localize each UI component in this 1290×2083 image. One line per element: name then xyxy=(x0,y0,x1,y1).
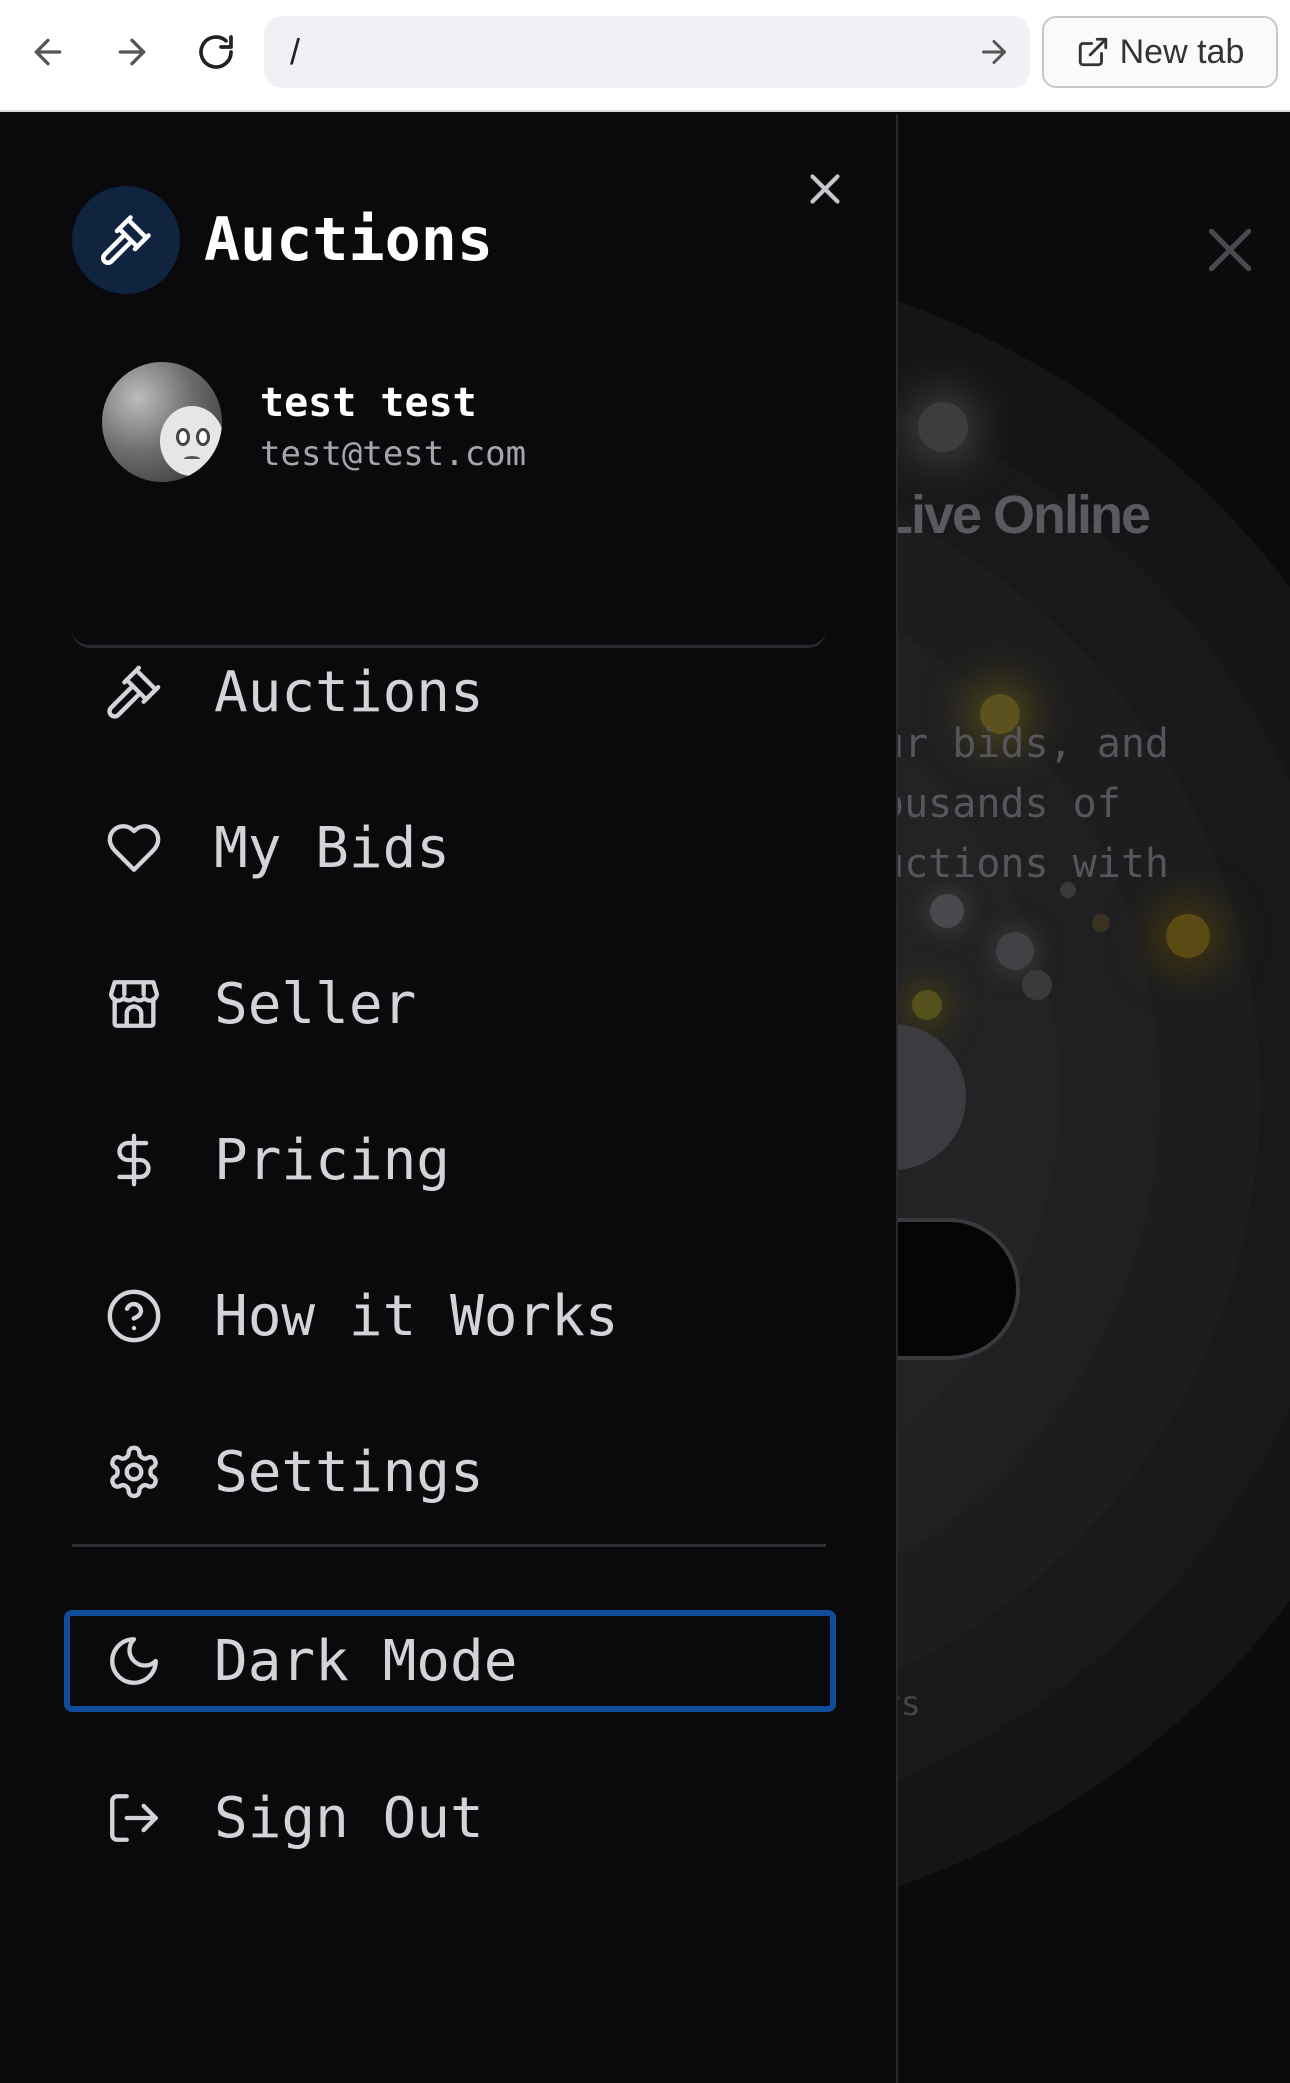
back-button[interactable] xyxy=(18,22,78,82)
reload-button[interactable] xyxy=(186,22,246,82)
forward-arrow-icon xyxy=(118,38,146,66)
menu-item-label: Pricing xyxy=(214,1127,451,1193)
bg-glow-dot xyxy=(1092,914,1110,932)
bg-headline: Live Online xyxy=(880,485,1151,545)
store-icon xyxy=(108,980,160,1028)
gavel-icon xyxy=(107,665,161,719)
bg-glow-dot xyxy=(996,932,1034,970)
help-circle-icon xyxy=(107,1289,161,1343)
bg-glow-dot xyxy=(930,894,964,928)
brand-title: Auctions xyxy=(204,205,493,275)
menu-item-my-bids[interactable]: My Bids xyxy=(64,798,834,898)
new-tab-button[interactable]: New tab xyxy=(1042,16,1278,88)
navigation-drawer: Auctions test test test@test.com Auction… xyxy=(0,114,898,2083)
avatar-face xyxy=(160,406,222,476)
logout-icon xyxy=(110,1794,158,1842)
gavel-icon xyxy=(101,215,151,265)
menu-item-auctions[interactable]: Auctions xyxy=(64,642,834,742)
bg-glow-dot xyxy=(912,990,942,1020)
back-arrow-icon xyxy=(34,38,62,66)
sign-out-button[interactable]: Sign Out xyxy=(64,1768,834,1868)
url-text[interactable]: / xyxy=(290,16,300,88)
forward-button[interactable] xyxy=(102,22,162,82)
menu-item-settings[interactable]: Settings xyxy=(64,1422,834,1522)
bg-glow-dot xyxy=(1022,970,1052,1000)
menu-item-pricing[interactable]: Pricing xyxy=(64,1110,834,1210)
go-arrow-icon[interactable] xyxy=(976,34,1012,70)
external-link-icon xyxy=(1078,37,1107,67)
close-icon[interactable] xyxy=(800,164,850,214)
bg-glow-dot xyxy=(1166,914,1210,958)
avatar xyxy=(102,362,222,482)
menu-item-label: How it Works xyxy=(214,1283,619,1349)
new-tab-label: New tab xyxy=(1119,32,1245,71)
menu-divider xyxy=(72,1544,826,1547)
user-name: test test xyxy=(260,380,477,426)
browser-toolbar: / New tab xyxy=(0,0,1290,112)
bg-glow-dot xyxy=(918,402,968,452)
menu-item-label: Sign Out xyxy=(214,1785,484,1851)
brand-logo xyxy=(72,186,180,294)
heart-icon xyxy=(107,824,161,872)
user-email: test@test.com xyxy=(260,434,527,474)
reload-icon xyxy=(199,35,233,69)
bg-paragraph: ur bids, and ousands of uctions with xyxy=(880,721,1169,887)
menu-item-label: Seller xyxy=(214,971,417,1037)
menu-item-label: My Bids xyxy=(214,815,451,881)
menu-item-how-it-works[interactable]: How it Works xyxy=(64,1266,834,1366)
menu-item-label: Dark Mode xyxy=(214,1628,518,1694)
moon-icon xyxy=(110,1637,158,1685)
menu-item-seller[interactable]: Seller xyxy=(64,954,834,1054)
gear-icon xyxy=(110,1445,158,1499)
close-icon[interactable] xyxy=(1202,222,1258,278)
user-profile-card[interactable]: test test test@test.com xyxy=(72,362,826,648)
menu-item-label: Auctions xyxy=(214,659,484,725)
menu-item-label: Settings xyxy=(214,1439,484,1505)
dollar-icon xyxy=(117,1133,151,1187)
address-bar[interactable]: / xyxy=(264,16,1030,88)
dark-mode-toggle[interactable]: Dark Mode xyxy=(64,1610,836,1712)
